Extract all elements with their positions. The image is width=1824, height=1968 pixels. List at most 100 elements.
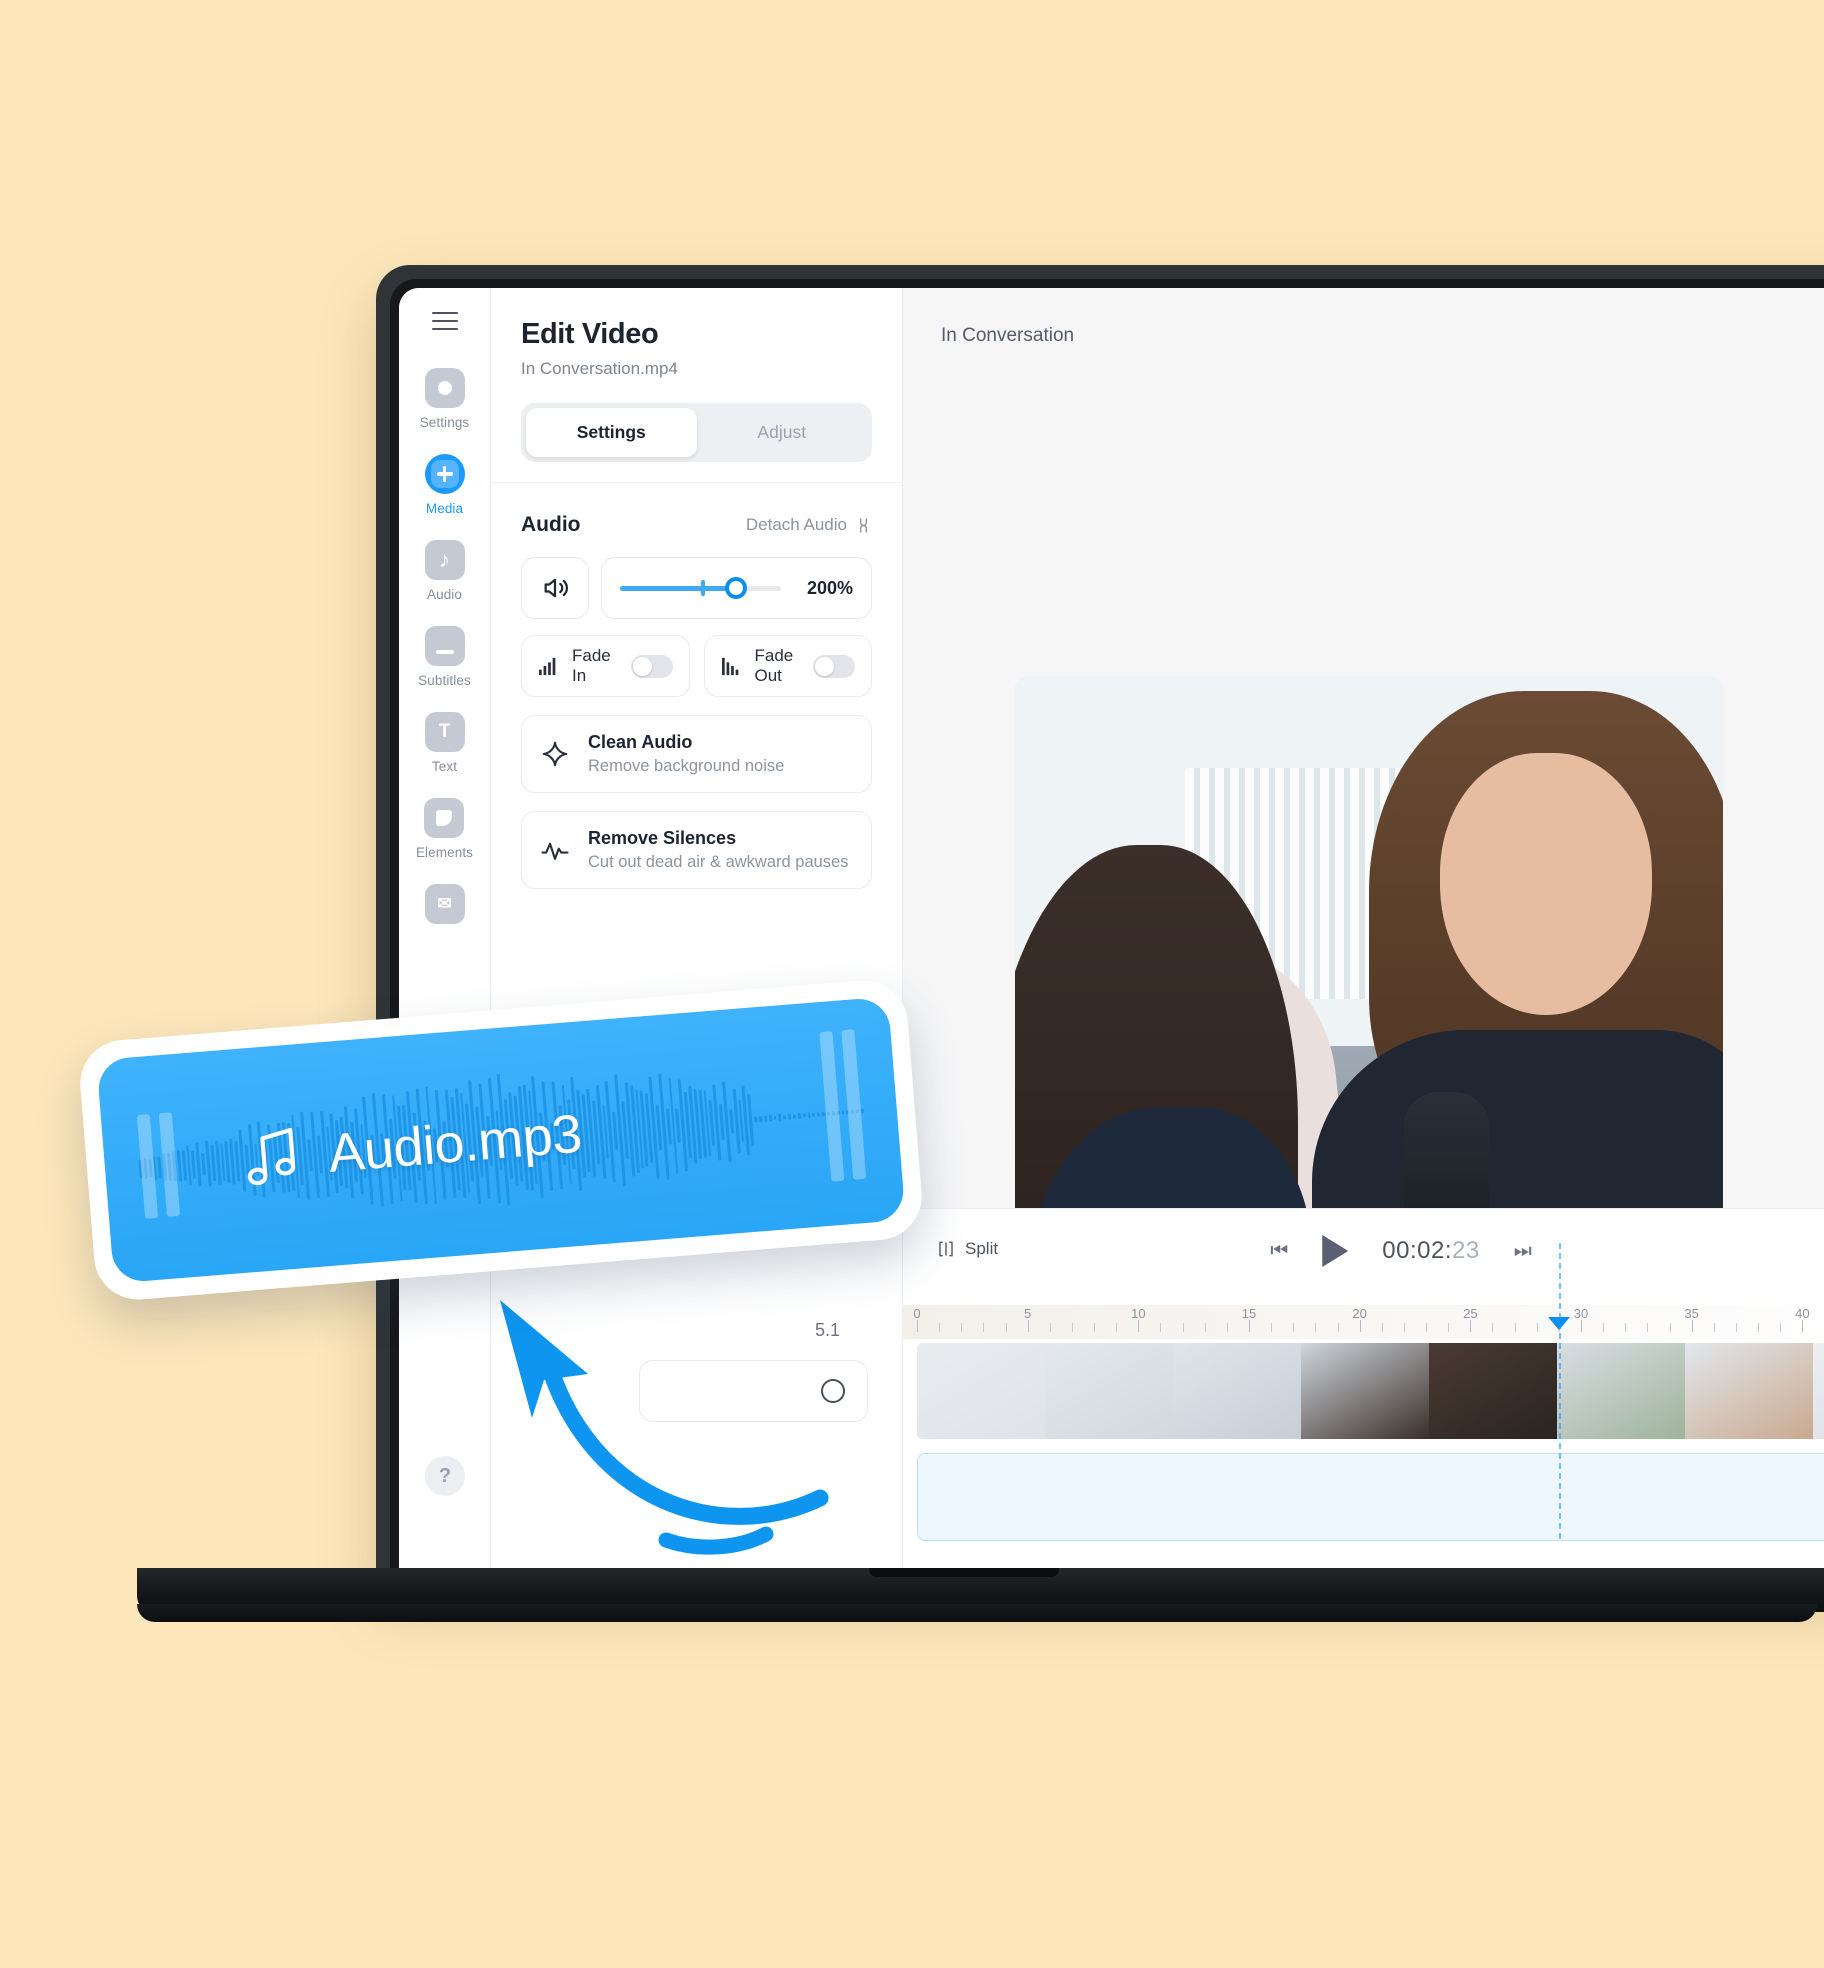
hamburger-icon[interactable] <box>432 312 458 330</box>
timeline-thumbnail[interactable] <box>1557 1343 1685 1439</box>
clean-audio-subtitle: Remove background noise <box>588 757 784 776</box>
timeline-panel: Split ⏮ 00:02:23 ⏭ 0 5 10 15 20 25 30 35 40 <box>903 1208 1824 1578</box>
ruler-tick <box>1183 1323 1184 1332</box>
sparkle-icon <box>540 739 570 769</box>
split-label: Split <box>965 1239 998 1259</box>
detach-audio-button[interactable]: Detach Audio <box>746 515 872 535</box>
audio-section-header: Audio Detach Audio <box>521 513 872 537</box>
skip-next-icon[interactable]: ⏭ <box>1514 1240 1532 1263</box>
ruler-tick <box>1515 1323 1516 1332</box>
ruler-tick <box>1692 1320 1693 1332</box>
waveform-bar <box>788 1113 791 1120</box>
fade-in-toggle[interactable] <box>631 655 673 678</box>
fade-out-control[interactable]: Fade Out <box>704 635 873 697</box>
timeline-thumbnail[interactable] <box>1685 1343 1813 1439</box>
waveform-icon <box>540 835 570 865</box>
ruler-tick <box>1338 1323 1339 1332</box>
sidebar-item-brand[interactable]: ✉ <box>425 884 465 924</box>
sidebar-item-text[interactable]: T Text <box>425 712 465 774</box>
slider-fill <box>620 586 736 591</box>
ruler-tick <box>1072 1323 1073 1332</box>
waveform-bar <box>798 1113 801 1119</box>
laptop-mockup: Settings Media ♪ Audio Subtitles T Text … <box>0 0 1824 1968</box>
waveform-bar <box>822 1112 825 1116</box>
detach-audio-label: Detach Audio <box>746 515 847 535</box>
sidebar-item-label: Text <box>432 759 457 774</box>
sidebar-item-settings[interactable]: Settings <box>420 368 470 430</box>
ruler-tick <box>1006 1323 1007 1332</box>
timeline-thumbnail[interactable] <box>1429 1343 1557 1439</box>
waveform-bar <box>732 1089 740 1153</box>
volume-value: 200% <box>795 578 853 599</box>
sidebar-item-elements[interactable]: Elements <box>416 798 473 860</box>
sidebar-item-media[interactable]: Media <box>425 454 465 516</box>
ruler-tick <box>1249 1320 1250 1332</box>
timeline-toolbar: Split ⏮ 00:02:23 ⏭ <box>903 1209 1824 1305</box>
fade-in-control[interactable]: Fade In <box>521 635 690 697</box>
ruler-tick <box>1780 1323 1781 1332</box>
tab-adjust[interactable]: Adjust <box>697 408 868 457</box>
fade-out-icon <box>721 656 743 676</box>
section-title-audio: Audio <box>521 513 580 537</box>
sidebar-item-subtitles[interactable]: Subtitles <box>418 626 471 688</box>
skip-previous-icon[interactable]: ⏮ <box>1270 1240 1288 1263</box>
ruler-tick <box>1116 1323 1117 1332</box>
waveform-bar <box>196 1143 202 1186</box>
waveform-bar <box>803 1113 806 1117</box>
timeline-thumbnail[interactable] <box>1173 1343 1301 1439</box>
timecode-frames: 23 <box>1452 1237 1480 1264</box>
sidebar-item-audio[interactable]: ♪ Audio <box>425 540 465 602</box>
pointer-arrow <box>470 1290 950 1570</box>
waveform-bar <box>764 1116 767 1122</box>
ruler-tick <box>1625 1323 1626 1332</box>
timeline-ruler[interactable]: 0 5 10 15 20 25 30 35 40 <box>903 1305 1824 1339</box>
ruler-label: 15 <box>1242 1306 1256 1321</box>
sidebar-item-label: Subtitles <box>418 673 471 688</box>
timeline-thumbnail[interactable] <box>1813 1343 1824 1439</box>
timeline-tools: Split <box>937 1239 998 1259</box>
clean-audio-card[interactable]: Clean Audio Remove background noise <box>521 715 872 793</box>
waveform-bar <box>769 1115 772 1122</box>
inspector-body: Audio Detach Audio 200% Fade In Fade Out… <box>491 483 902 919</box>
ruler-tick <box>1448 1323 1449 1332</box>
split-tool[interactable]: Split <box>937 1239 998 1259</box>
remove-silences-card[interactable]: Remove Silences Cut out dead air & awkwa… <box>521 811 872 889</box>
waveform-bar <box>201 1153 206 1175</box>
ruler-tick <box>1714 1323 1715 1332</box>
unlink-icon <box>855 517 872 534</box>
music-note-icon <box>238 1120 306 1197</box>
ruler-tick <box>1426 1323 1427 1332</box>
tab-settings[interactable]: Settings <box>526 408 697 457</box>
waveform-bar <box>807 1112 810 1117</box>
help-button[interactable]: ? <box>425 1456 465 1496</box>
timeline-thumbnail[interactable] <box>1301 1343 1429 1439</box>
volume-slider[interactable] <box>620 579 781 597</box>
remove-silences-subtitle: Cut out dead air & awkward pauses <box>588 853 848 872</box>
ruler-tick <box>1581 1320 1582 1332</box>
ruler-tick <box>961 1323 962 1332</box>
timeline-thumbnail[interactable] <box>1045 1343 1173 1439</box>
split-icon <box>937 1240 955 1258</box>
ruler-label: 35 <box>1684 1306 1698 1321</box>
ruler-tick <box>1404 1323 1405 1332</box>
ruler-tick <box>1315 1323 1316 1332</box>
waveform-bar <box>783 1115 786 1119</box>
play-icon[interactable] <box>1322 1235 1348 1267</box>
sticker-icon <box>424 798 464 838</box>
audio-track-clip[interactable] <box>917 1453 1824 1541</box>
speaker-icon <box>541 574 569 602</box>
sidebar-item-label: Settings <box>420 415 470 430</box>
volume-icon-button[interactable] <box>521 557 589 619</box>
timecode: 00:02:23 <box>1382 1237 1479 1265</box>
record-circle-icon <box>425 368 465 408</box>
fade-out-toggle[interactable] <box>813 655 855 678</box>
envelope-icon: ✉ <box>425 884 465 924</box>
waveform-bar <box>774 1116 777 1120</box>
fade-in-label: Fade In <box>572 646 619 686</box>
remove-silences-title: Remove Silences <box>588 828 848 849</box>
video-track-thumbnails[interactable] <box>917 1343 1824 1439</box>
waveform-bar <box>812 1113 815 1117</box>
fade-in-icon <box>538 656 560 676</box>
slider-knob[interactable] <box>725 577 747 599</box>
waveform-bar <box>841 1110 844 1114</box>
